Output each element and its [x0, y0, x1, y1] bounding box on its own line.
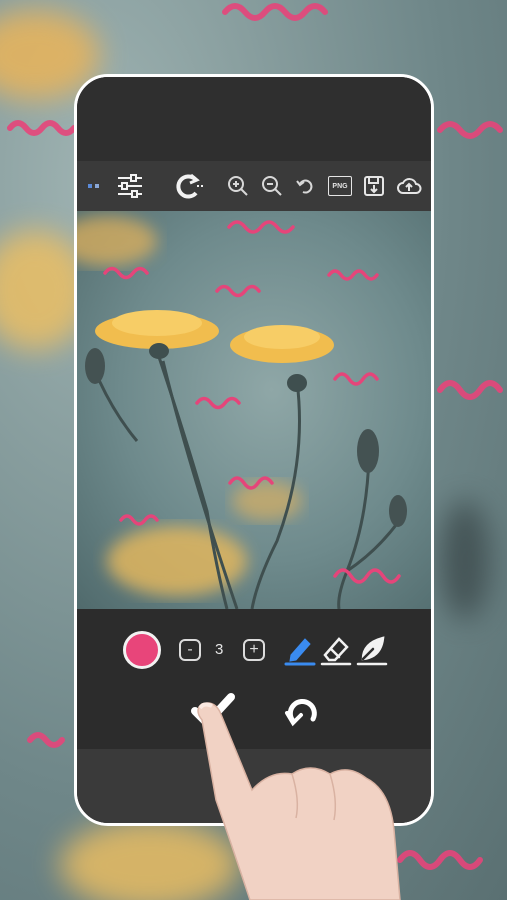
drawn-squiggles: [103, 220, 401, 584]
rotate-icon[interactable]: [169, 161, 209, 211]
decrease-size-button[interactable]: -: [179, 639, 201, 661]
eraser-icon[interactable]: [319, 633, 353, 667]
sliders-icon[interactable]: [113, 161, 147, 211]
status-area: [77, 77, 431, 161]
increase-label: +: [249, 641, 259, 658]
png-label: PNG: [332, 182, 348, 190]
undo-icon[interactable]: [293, 161, 317, 211]
zoom-in-icon[interactable]: [225, 161, 251, 211]
color-picker-button[interactable]: [123, 631, 161, 669]
png-icon[interactable]: PNG: [327, 161, 353, 211]
menu-dots-icon[interactable]: [85, 161, 105, 211]
leaf-brush-icon[interactable]: [355, 633, 389, 667]
pointing-hand: [197, 702, 401, 900]
flower-right: [230, 325, 334, 392]
upload-icon[interactable]: [395, 161, 423, 211]
decrease-label: -: [187, 641, 193, 658]
photo-canvas[interactable]: [77, 211, 431, 609]
brush-size-value: 3: [215, 641, 224, 658]
increase-size-button[interactable]: +: [243, 639, 265, 661]
pen-icon[interactable]: [283, 633, 317, 667]
flower-left: [95, 310, 219, 359]
photo-artwork: [77, 216, 407, 609]
zoom-out-icon[interactable]: [259, 161, 285, 211]
top-toolbar: PNG: [77, 161, 431, 211]
save-icon[interactable]: [361, 161, 387, 211]
